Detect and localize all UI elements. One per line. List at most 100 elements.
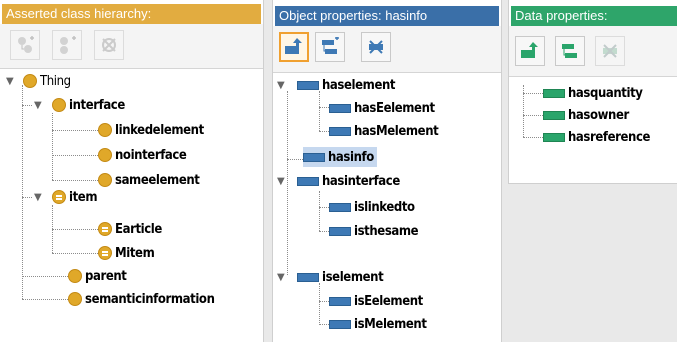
object-property-icon bbox=[329, 226, 351, 236]
tree-node-hasinterface[interactable]: ▼ hasinterface bbox=[277, 171, 400, 191]
data-property-icon bbox=[543, 110, 565, 120]
defined-class-icon bbox=[98, 246, 112, 260]
tree-node-isthesame[interactable]: isthesame bbox=[329, 221, 419, 241]
property-label: hasMelement bbox=[354, 123, 439, 139]
add-sibling-class-button[interactable] bbox=[52, 30, 82, 60]
property-label: iselement bbox=[322, 269, 384, 285]
class-label: interface bbox=[69, 97, 125, 113]
class-icon bbox=[52, 98, 66, 112]
delete-class-icon bbox=[102, 38, 116, 52]
tree-node-hasEelement[interactable]: hasEelement bbox=[329, 98, 435, 118]
add-subproperty-button[interactable] bbox=[279, 32, 309, 62]
class-icon bbox=[68, 292, 82, 306]
class-toolbar bbox=[0, 24, 263, 69]
property-label: hasEelement bbox=[354, 100, 435, 116]
class-label: parent bbox=[85, 268, 127, 284]
tree-node-hasinfo-selected[interactable]: hasinfo bbox=[303, 147, 377, 167]
add-sibling-property-icon bbox=[322, 37, 339, 54]
tree-node-semanticinformation[interactable]: semanticinformation bbox=[68, 289, 215, 309]
add-subproperty-button[interactable] bbox=[515, 36, 545, 66]
data-property-icon bbox=[543, 88, 565, 98]
defined-class-icon bbox=[98, 222, 112, 236]
property-label: hasinfo bbox=[328, 149, 374, 165]
add-subclass-icon bbox=[18, 36, 34, 53]
tree-node-parent[interactable]: parent bbox=[68, 266, 127, 286]
class-icon bbox=[98, 148, 112, 162]
class-label: item bbox=[69, 189, 98, 205]
property-label: hasreference bbox=[568, 129, 651, 145]
object-property-icon bbox=[329, 319, 351, 329]
delete-property-button[interactable] bbox=[595, 36, 625, 66]
object-property-toolbar bbox=[273, 26, 501, 73]
object-property-icon bbox=[297, 176, 319, 186]
add-sibling-property-button[interactable] bbox=[315, 32, 345, 62]
class-label: linkedelement bbox=[115, 122, 204, 138]
tree-node-isMelement[interactable]: isMelement bbox=[329, 314, 427, 334]
class-hierarchy-panel: Asserted class hierarchy: ▼ Thing ▼ inte… bbox=[0, 0, 264, 342]
class-icon bbox=[98, 173, 112, 187]
property-label: hasinterface bbox=[322, 173, 400, 189]
tree-node-sameelement[interactable]: sameelement bbox=[98, 170, 200, 190]
tree-node-hasreference[interactable]: hasreference bbox=[543, 127, 650, 147]
object-property-icon bbox=[329, 296, 351, 306]
add-subproperty-icon bbox=[285, 38, 302, 54]
class-label: Thing bbox=[40, 73, 71, 89]
tree-node-islinkedto[interactable]: islinkedto bbox=[329, 197, 415, 217]
expand-arrow-icon[interactable]: ▼ bbox=[277, 272, 291, 283]
tree-node-mitem[interactable]: Mitem bbox=[98, 243, 155, 263]
expand-arrow-icon[interactable]: ▼ bbox=[34, 192, 48, 203]
delete-property-button[interactable] bbox=[361, 32, 391, 62]
class-label: nointerface bbox=[115, 147, 187, 163]
class-label: Earticle bbox=[115, 221, 162, 237]
delete-property-icon bbox=[369, 40, 383, 54]
class-label: semanticinformation bbox=[85, 291, 215, 307]
property-label: islinkedto bbox=[354, 199, 415, 215]
object-property-icon bbox=[329, 202, 351, 212]
tree-node-hasowner[interactable]: hasowner bbox=[543, 105, 629, 125]
property-label: hasquantity bbox=[568, 85, 643, 101]
tree-node-hasquantity[interactable]: hasquantity bbox=[543, 83, 643, 103]
add-sibling-property-button[interactable] bbox=[555, 36, 585, 66]
data-properties-panel: Data properties: hasquantity hasowner ha… bbox=[508, 0, 677, 184]
tree-node-isEelement[interactable]: isEelement bbox=[329, 291, 423, 311]
class-tree: ▼ Thing ▼ interface linkedelement nointe… bbox=[0, 69, 263, 339]
property-label: isMelement bbox=[354, 316, 427, 332]
object-property-icon bbox=[329, 103, 351, 113]
object-properties-panel: Object properties: hasinfo ▼ haselement … bbox=[272, 0, 502, 342]
tree-node-nointerface[interactable]: nointerface bbox=[98, 145, 187, 165]
property-label: isthesame bbox=[354, 223, 419, 239]
class-label: sameelement bbox=[115, 172, 200, 188]
data-property-toolbar bbox=[509, 26, 677, 77]
tree-node-haselement[interactable]: ▼ haselement bbox=[277, 75, 396, 95]
class-label: Mitem bbox=[115, 245, 155, 261]
tree-node-iselement[interactable]: ▼ iselement bbox=[277, 267, 384, 287]
object-property-tree: ▼ haselement hasEelement hasMelement has… bbox=[273, 73, 501, 333]
delete-class-button[interactable] bbox=[94, 30, 124, 60]
object-properties-header: Object properties: hasinfo bbox=[275, 6, 499, 26]
defined-class-icon bbox=[52, 190, 66, 204]
add-sibling-class-icon bbox=[60, 36, 76, 54]
expand-arrow-icon[interactable]: ▼ bbox=[34, 100, 48, 111]
tree-node-item[interactable]: ▼ item bbox=[34, 187, 98, 207]
property-label: haselement bbox=[322, 77, 396, 93]
property-label: isEelement bbox=[354, 293, 423, 309]
expand-arrow-icon[interactable]: ▼ bbox=[277, 176, 291, 187]
property-label: hasowner bbox=[568, 107, 629, 123]
class-icon bbox=[98, 123, 112, 137]
tree-node-hasMelement[interactable]: hasMelement bbox=[329, 121, 439, 141]
add-subclass-button[interactable] bbox=[10, 30, 40, 60]
add-subproperty-icon bbox=[521, 42, 538, 58]
panel-divider[interactable] bbox=[264, 0, 272, 342]
expand-arrow-icon[interactable]: ▼ bbox=[277, 80, 291, 91]
data-property-tree: hasquantity hasowner hasreference bbox=[509, 77, 677, 177]
tree-node-thing[interactable]: ▼ Thing bbox=[6, 71, 71, 91]
data-properties-header: Data properties: bbox=[511, 6, 677, 26]
tree-node-earticle[interactable]: Earticle bbox=[98, 219, 162, 239]
expand-arrow-icon[interactable]: ▼ bbox=[6, 76, 20, 87]
delete-property-icon bbox=[603, 44, 617, 58]
tree-node-interface[interactable]: ▼ interface bbox=[34, 95, 125, 115]
tree-node-linkedelement[interactable]: linkedelement bbox=[98, 120, 204, 140]
data-property-icon bbox=[543, 132, 565, 142]
object-property-icon bbox=[297, 80, 319, 90]
class-icon bbox=[23, 74, 37, 88]
